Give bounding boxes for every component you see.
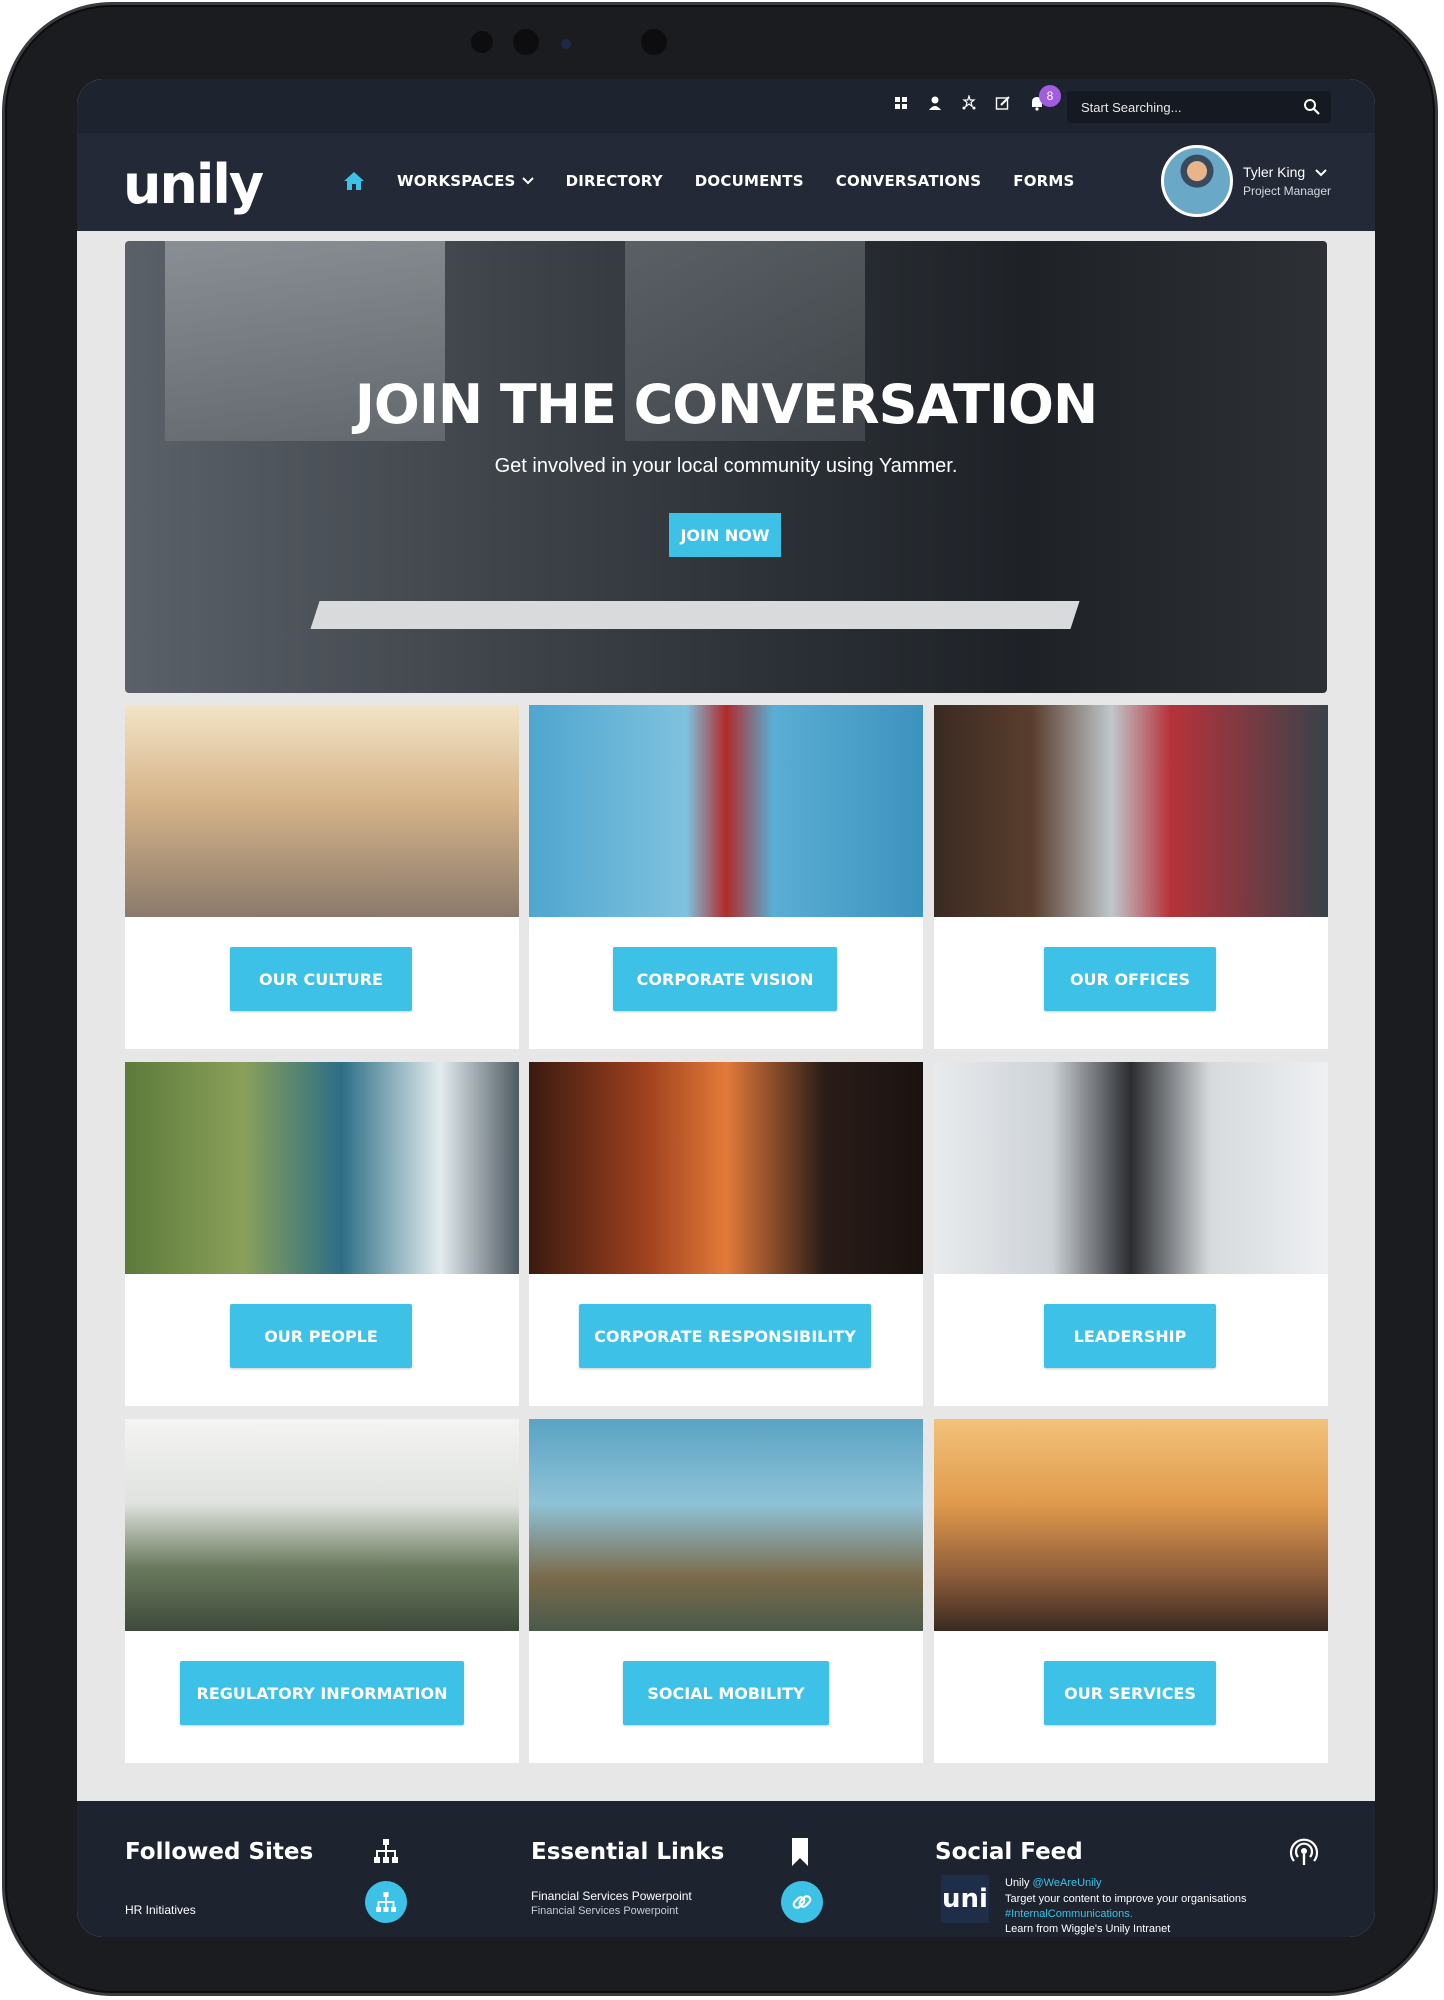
home-icon[interactable]: [343, 171, 365, 191]
nav-item-workspaces[interactable]: WORKSPACES: [397, 172, 534, 190]
tile-corporate-responsibility: CORPORATE RESPONSIBILITY: [529, 1062, 923, 1406]
corporate-responsibility-button[interactable]: CORPORATE RESPONSIBILITY: [579, 1304, 871, 1368]
nav-item-conversations[interactable]: CONVERSATIONS: [836, 172, 982, 190]
user-name: Tyler King: [1242, 164, 1306, 180]
feed-handle[interactable]: @WeAreUnily: [1033, 1877, 1102, 1889]
tile-image: [125, 1419, 519, 1631]
essential-links-panel: Essential Links Financial Services Power…: [531, 1801, 831, 1937]
sitemap-icon: [376, 1892, 396, 1912]
notification-badge: 8: [1039, 85, 1061, 107]
feed-text-line: Target your content to improve your orga…: [1005, 1893, 1247, 1905]
tile-corporate-vision: CORPORATE VISION: [529, 705, 923, 1049]
tile-our-people: OUR PEOPLE: [125, 1062, 519, 1406]
nav-item-documents[interactable]: DOCUMENTS: [695, 172, 804, 190]
avatar[interactable]: [1160, 145, 1233, 217]
screen: 8 unily WORKSPACES DIRECTORY DOCUMENTS C…: [77, 79, 1375, 1937]
followed-sites-title: Followed Sites: [125, 1839, 314, 1865]
corporate-vision-button[interactable]: CORPORATE VISION: [613, 947, 837, 1011]
tile-image: [934, 705, 1328, 917]
social-feed-title: Social Feed: [935, 1839, 1083, 1865]
nav-item-forms[interactable]: FORMS: [1013, 172, 1074, 190]
tile-social-mobility: SOCIAL MOBILITY: [529, 1419, 923, 1763]
hero-photo-desk: [310, 601, 1080, 629]
essential-link-item[interactable]: Financial Services Powerpoint: [531, 1889, 692, 1903]
main-nav: unily WORKSPACES DIRECTORY DOCUMENTS CON…: [77, 133, 1375, 231]
tile-image: [529, 1062, 923, 1274]
followed-sites-panel: Followed Sites HR Initiatives: [125, 1801, 425, 1937]
tile-our-services: OUR SERVICES: [934, 1419, 1328, 1763]
camera-lens: [561, 39, 571, 49]
broadcast-icon: [1289, 1838, 1319, 1865]
tile-our-culture: OUR CULTURE: [125, 705, 519, 1049]
tile-image: [934, 1419, 1328, 1631]
tile-image: [529, 1419, 923, 1631]
search-input[interactable]: [1067, 91, 1287, 123]
bookmark-icon: [792, 1838, 808, 1866]
chevron-down-icon: [1315, 169, 1327, 177]
bell-icon[interactable]: 8: [1029, 85, 1061, 113]
unily-avatar[interactable]: uni: [941, 1875, 989, 1923]
our-services-button[interactable]: OUR SERVICES: [1044, 1661, 1216, 1725]
tile-image: [125, 705, 519, 917]
essential-link-subtitle: Financial Services Powerpoint: [531, 1905, 679, 1917]
our-offices-button[interactable]: OUR OFFICES: [1044, 947, 1216, 1011]
tile-our-offices: OUR OFFICES: [934, 705, 1328, 1049]
sensor-dot: [471, 31, 493, 53]
utility-bar: 8: [77, 79, 1375, 133]
feed-author: Unily: [1005, 1877, 1030, 1889]
join-now-button[interactable]: JOIN NOW: [669, 513, 781, 557]
sitemap-icon: [374, 1839, 398, 1863]
feed-author-row: Unily @WeAreUnily: [1005, 1877, 1102, 1889]
feed-text-line: Learn from Wiggle's Unily Intranet: [1005, 1923, 1171, 1935]
user-name-row: Tyler King: [1243, 164, 1331, 180]
hero-subtitle: Get involved in your local community usi…: [494, 455, 958, 477]
hero-title: JOIN THE CONVERSATION: [354, 373, 1098, 436]
edit-icon[interactable]: [995, 95, 1011, 113]
followed-site-button[interactable]: [365, 1881, 407, 1923]
followed-site-item[interactable]: HR Initiatives: [125, 1903, 196, 1917]
search-icon[interactable]: [1303, 98, 1321, 116]
social-mobility-button[interactable]: SOCIAL MOBILITY: [623, 1661, 829, 1725]
regulatory-information-button[interactable]: REGULATORY INFORMATION: [180, 1661, 464, 1725]
tile-regulatory-information: REGULATORY INFORMATION: [125, 1419, 519, 1763]
person-icon[interactable]: [927, 95, 943, 113]
chevron-down-icon: [521, 177, 534, 185]
tile-image: [125, 1062, 519, 1274]
sensor-dot: [513, 29, 539, 55]
tile-leadership: LEADERSHIP: [934, 1062, 1328, 1406]
search-box: [1067, 91, 1331, 123]
user-role: Project Manager: [1242, 184, 1331, 198]
our-culture-button[interactable]: OUR CULTURE: [230, 947, 412, 1011]
tablet-frame: 8 unily WORKSPACES DIRECTORY DOCUMENTS C…: [2, 2, 1438, 1996]
windows-icon[interactable]: [893, 95, 909, 113]
leadership-button[interactable]: LEADERSHIP: [1044, 1304, 1216, 1368]
sensor-dot: [641, 29, 667, 55]
unily-logo[interactable]: unily: [123, 153, 264, 216]
user-menu[interactable]: Tyler King Project Manager: [1160, 145, 1331, 217]
tile-image: [934, 1062, 1328, 1274]
feed-hashtag[interactable]: #InternalCommunications.: [1005, 1908, 1133, 1920]
tile-image: [529, 705, 923, 917]
our-people-button[interactable]: OUR PEOPLE: [230, 1304, 412, 1368]
essential-link-button[interactable]: [781, 1881, 823, 1923]
hero-banner: JOIN THE CONVERSATION Get involved in yo…: [125, 241, 1327, 693]
nav-item-directory[interactable]: DIRECTORY: [566, 172, 663, 190]
stars-icon[interactable]: [961, 93, 977, 113]
link-icon: [792, 1895, 812, 1909]
social-feed-panel: Social Feed uni Unily @WeAreUnily Target…: [935, 1801, 1335, 1937]
essential-links-title: Essential Links: [531, 1839, 725, 1865]
footer: Followed Sites HR Initiatives Essential …: [77, 1801, 1375, 1937]
